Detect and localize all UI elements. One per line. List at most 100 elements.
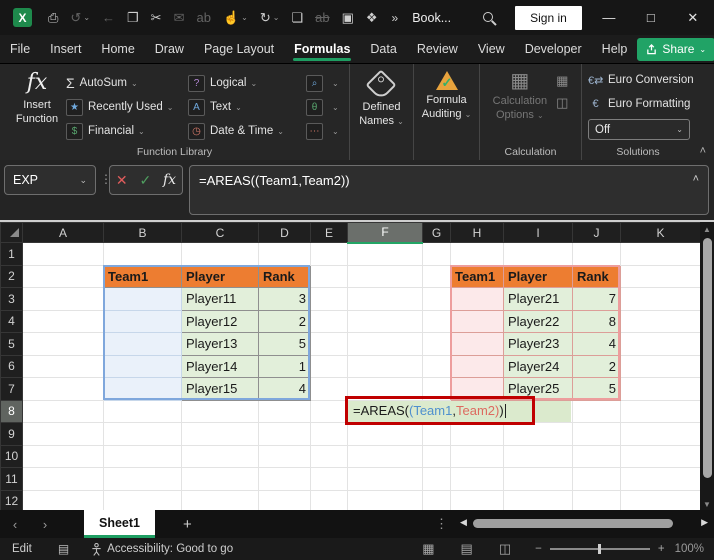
cell-J11[interactable] [572,467,621,491]
cell-K9[interactable] [620,422,701,446]
row-header-10[interactable]: 10 [0,444,23,468]
cell-E9[interactable] [310,422,348,446]
cell-F1[interactable] [347,242,423,266]
cell-D4[interactable]: 2 [258,309,311,333]
vertical-scroll-thumb[interactable] [702,238,712,478]
cell-I3[interactable]: Player21 [503,287,573,311]
redo-icon[interactable]: ↻ ⌄ [254,6,286,30]
cell-H6[interactable] [450,354,504,378]
cell-C10[interactable] [181,444,259,468]
euro-formatting-button[interactable]: € Euro Formatting [588,93,690,115]
row-header-1[interactable]: 1 [0,242,23,266]
cell-J6[interactable]: 2 [572,354,621,378]
zoom-slider[interactable] [549,544,650,554]
calculate-sheet-icon[interactable]: ◫ [556,96,568,109]
cell-G4[interactable] [422,309,451,333]
cell-H7[interactable] [450,377,504,401]
sheet-nav-left-icon[interactable]: ‹ [0,517,30,532]
cancel-icon[interactable]: ✕ [116,172,128,189]
cell-A7[interactable] [22,377,104,401]
cell-J1[interactable] [572,242,621,266]
cell-E5[interactable] [310,332,348,356]
cell-I8[interactable] [503,399,573,423]
cell-A9[interactable] [22,422,104,446]
cell-G6[interactable] [422,354,451,378]
collapse-ribbon-icon[interactable]: ˄ [700,145,706,157]
book-lookup-icon[interactable]: ❖ [360,6,384,30]
cell-J5[interactable]: 4 [572,332,621,356]
cell-G10[interactable] [422,444,451,468]
column-header-G[interactable]: G [422,222,451,243]
column-header-I[interactable]: I [503,222,573,243]
cell-F8[interactable] [347,399,423,423]
cell-G9[interactable] [422,422,451,446]
cell-F9[interactable] [347,422,423,446]
cell-D5[interactable]: 5 [258,332,311,356]
cell-B2[interactable]: Team1 [103,264,182,288]
cell-A1[interactable] [22,242,104,266]
column-header-H[interactable]: H [450,222,504,243]
cell-J9[interactable] [572,422,621,446]
row-header-3[interactable]: 3 [0,287,23,311]
tab-file[interactable]: File [0,35,40,63]
zoom-in-icon[interactable]: + [658,543,665,555]
cut-icon[interactable]: ✂ [145,6,168,30]
macro-record-icon[interactable]: ▤ [58,542,69,556]
defined-names-button[interactable]: Defined Names ⌄ [359,69,404,129]
cell-F4[interactable] [347,309,423,333]
cell-B11[interactable] [103,467,182,491]
cell-J10[interactable] [572,444,621,468]
tab-help[interactable]: Help [592,35,638,63]
cell-B10[interactable] [103,444,182,468]
scroll-down-icon[interactable]: ▼ [700,500,714,509]
euro-off-dropdown[interactable]: Off ⌄ [588,119,690,140]
column-header-E[interactable]: E [310,222,348,243]
scroll-left-icon[interactable]: ◀ [460,517,467,528]
column-header-K[interactable]: K [620,222,701,243]
column-header-B[interactable]: B [103,222,182,243]
cell-E6[interactable] [310,354,348,378]
tab-review[interactable]: Review [407,35,468,63]
sign-in-button[interactable]: Sign in [515,5,582,30]
cell-J3[interactable]: 7 [572,287,621,311]
select-all-corner[interactable] [0,222,23,243]
new-file-icon[interactable]: ❏ [285,6,309,30]
tab-home[interactable]: Home [91,35,144,63]
sheet-tab-sheet1[interactable]: Sheet1 [84,510,155,538]
euro-conversion-button[interactable]: €⇄ Euro Conversion [588,69,694,91]
cell-H3[interactable] [450,287,504,311]
cell-F6[interactable] [347,354,423,378]
cell-J2[interactable]: Rank [572,264,621,288]
scroll-right-icon[interactable]: ▶ [701,517,708,528]
calculation-options-button[interactable]: ▦ Calculation Options ⌄ [493,69,547,123]
cell-D3[interactable]: 3 [258,287,311,311]
lookup-reference-icon[interactable]: ⌕ ⌄ [306,72,348,94]
cell-G5[interactable] [422,332,451,356]
cell-K7[interactable] [620,377,701,401]
cell-E2[interactable] [310,264,348,288]
cell-H10[interactable] [450,444,504,468]
scroll-up-icon[interactable]: ▲ [700,225,714,234]
cell-A2[interactable] [22,264,104,288]
cell-D8[interactable] [258,399,311,423]
row-header-8[interactable]: 8 [0,399,23,423]
cell-G8[interactable] [422,399,451,423]
cell-A3[interactable] [22,287,104,311]
name-box[interactable]: EXP ⌄ [4,165,96,195]
autosum-button[interactable]: Σ AutoSum ⌄ [66,72,188,94]
normal-view-icon[interactable]: ▦ [422,541,434,557]
cell-I5[interactable]: Player23 [503,332,573,356]
cell-H1[interactable] [450,242,504,266]
insert-function-icon[interactable]: fx [163,172,176,188]
cell-B1[interactable] [103,242,182,266]
insert-function-button[interactable]: fx Insert Function [8,69,66,126]
cell-C8[interactable] [181,399,259,423]
cell-E7[interactable] [310,377,348,401]
cell-K2[interactable] [620,264,701,288]
zoom-slider-knob[interactable] [597,544,601,554]
formula-input[interactable]: =AREAS((Team1,Team2)) ˄ [189,165,709,215]
cell-D1[interactable] [258,242,311,266]
cell-A11[interactable] [22,467,104,491]
cell-D10[interactable] [258,444,311,468]
cell-B4[interactable] [103,309,182,333]
